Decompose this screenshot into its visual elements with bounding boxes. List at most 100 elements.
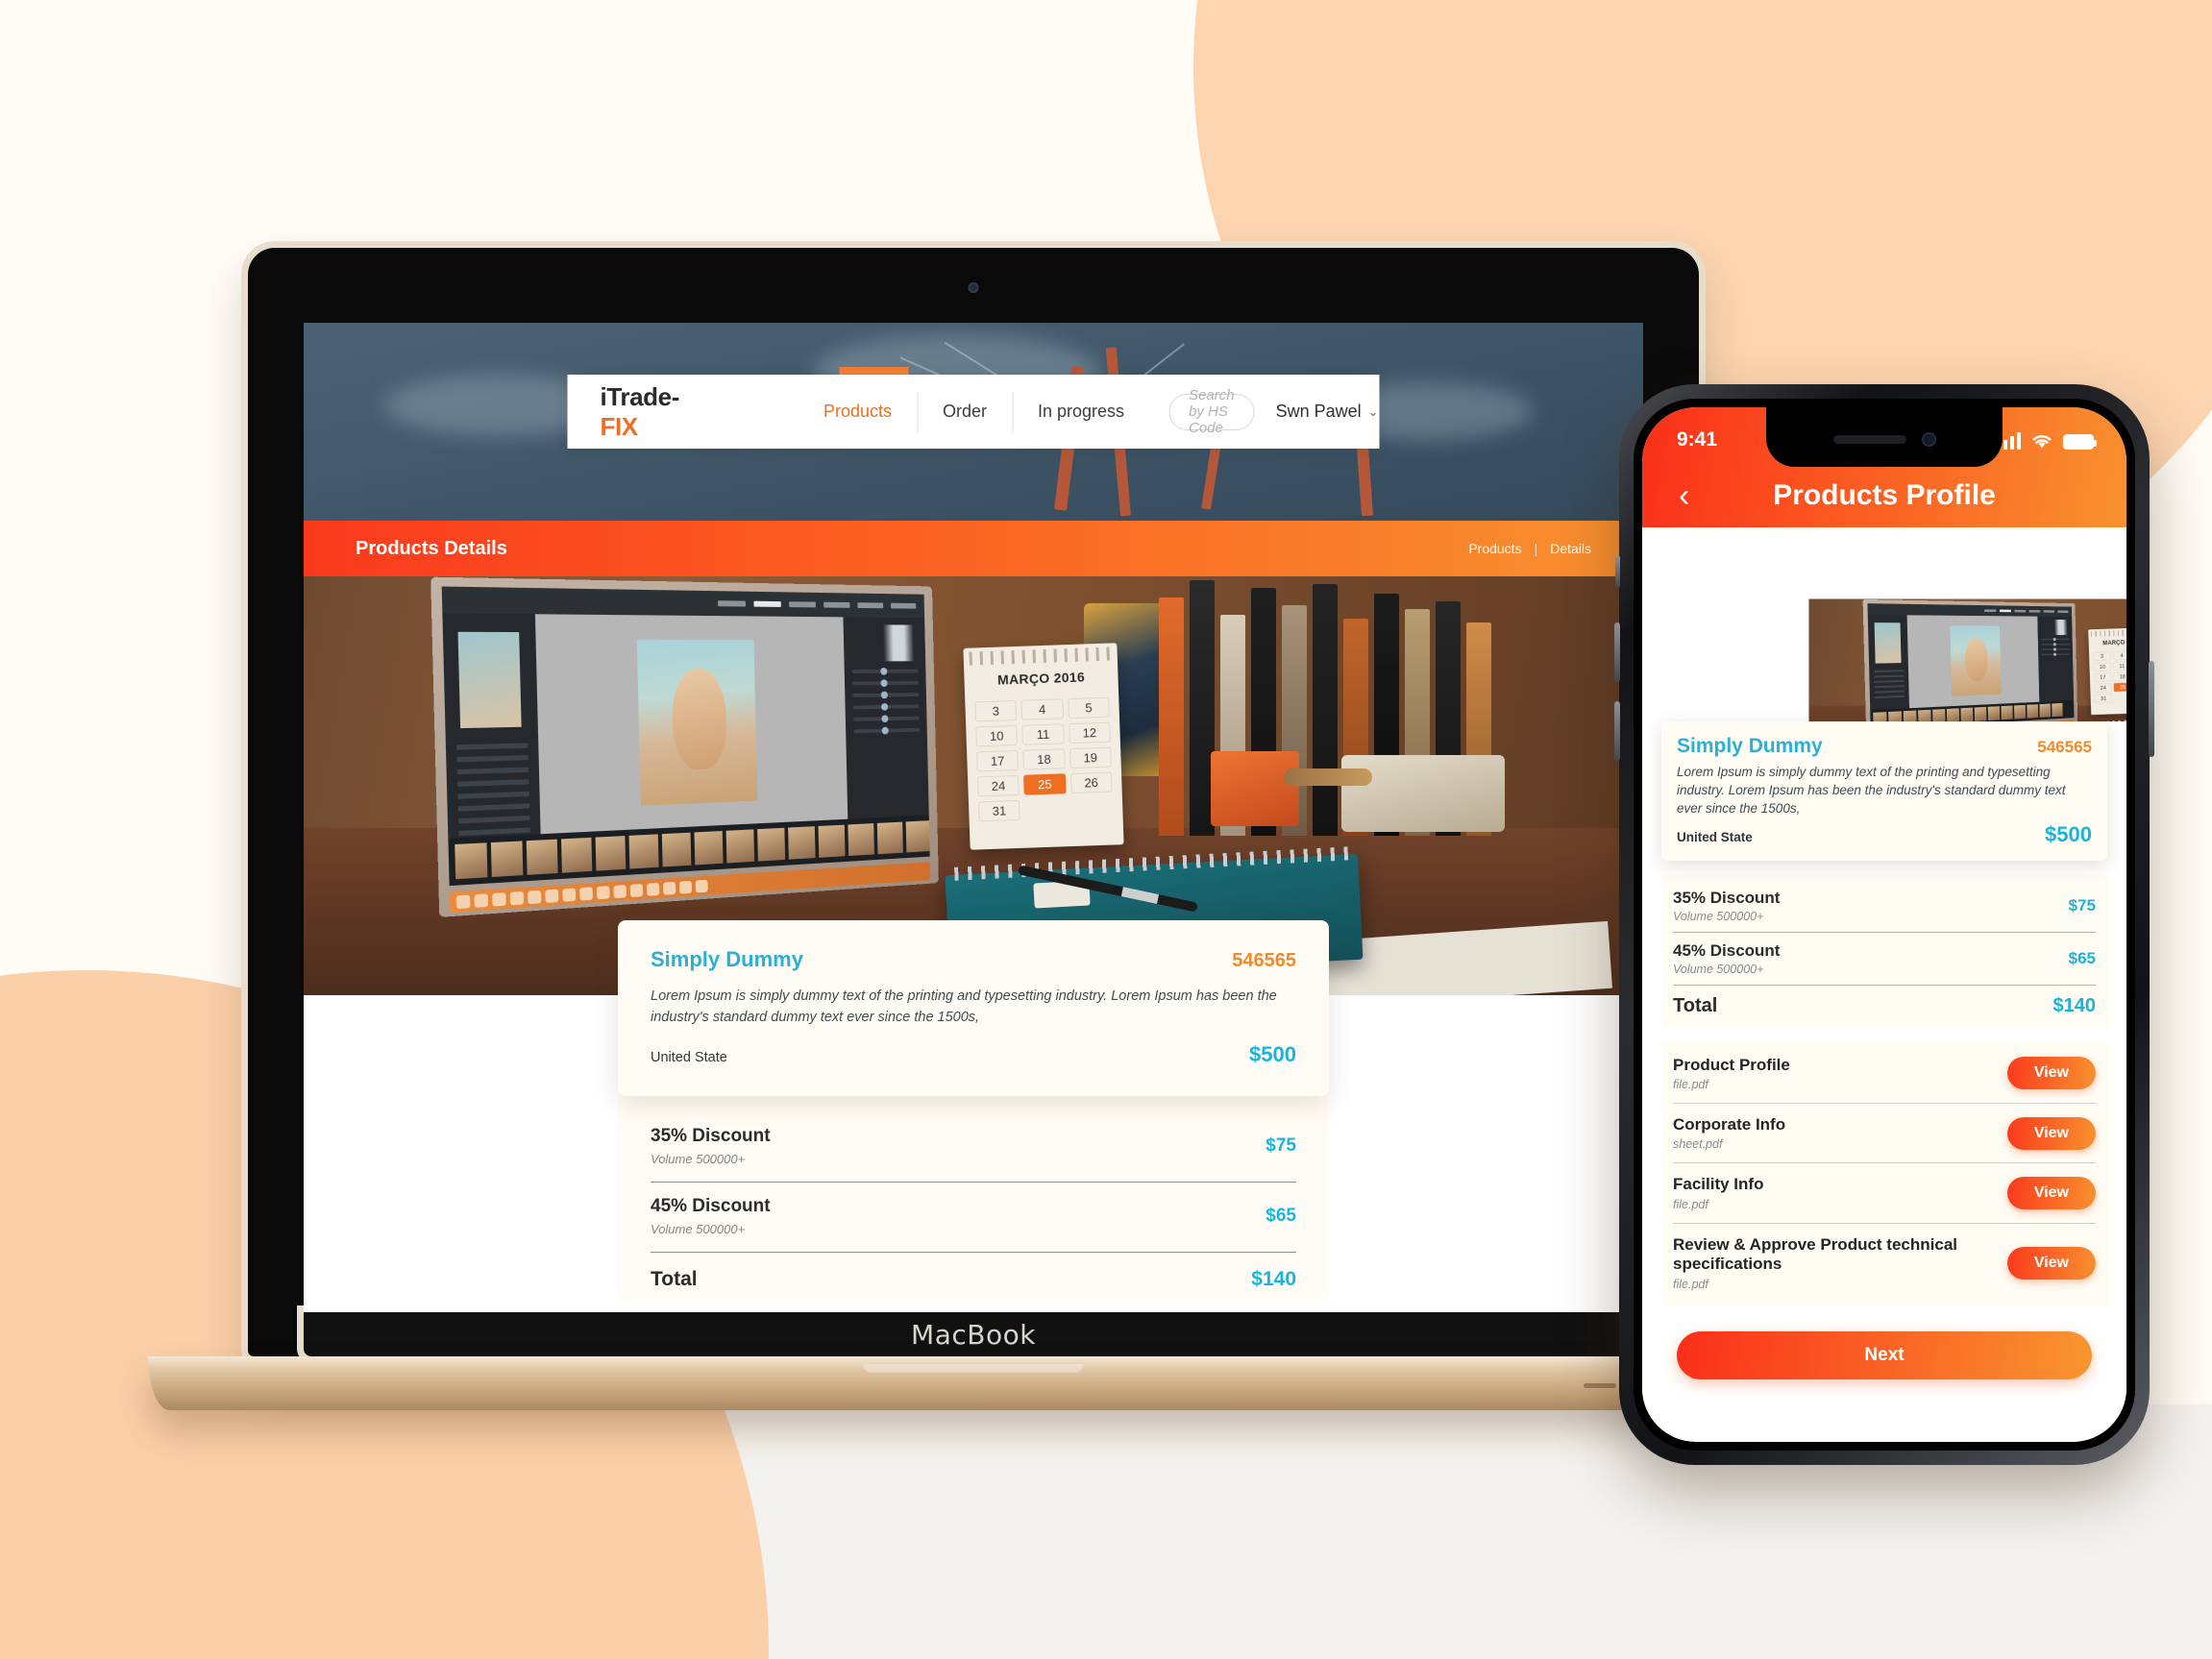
view-button[interactable]: View <box>2006 1177 2096 1210</box>
total-row: Total $140 <box>651 1253 1296 1301</box>
mobile-product-description: Lorem Ipsum is simply dummy text of the … <box>1677 765 2066 816</box>
calendar-day: 12 <box>1068 721 1111 744</box>
nav-link-order[interactable]: Order <box>918 402 1012 422</box>
discount-value: $75 <box>1266 1135 1296 1156</box>
search-input[interactable]: Search by HS Code <box>1168 387 1255 436</box>
calendar-day: 3 <box>2093 651 2111 661</box>
discount-value: $75 <box>2068 895 2096 915</box>
user-menu[interactable]: Swn Pawel ⌄ <box>1276 402 1379 422</box>
chevron-down-icon: ⌄ <box>1367 403 1379 419</box>
earpiece-speaker-icon <box>1832 434 1906 444</box>
calendar-day: 10 <box>2093 662 2112 671</box>
back-button[interactable]: ‹ <box>1679 479 1689 512</box>
site-content-area: Simply Dummy 546565 Lorem Ipsum is simpl… <box>304 920 1643 1312</box>
macbook-device: iTrade-FIX Products Order In progress Se… <box>148 248 1799 1410</box>
photo-laptop <box>430 576 939 917</box>
list-item: Corporate Info sheet.pdf View <box>1673 1104 2096 1164</box>
calendar-day: 31 <box>2094 694 2113 703</box>
iphone-device: 9:41 ‹ Products Profile MARÇO 3 4 10 11 … <box>1614 384 2154 1465</box>
macbook-camera-icon <box>968 282 979 293</box>
macbook-base <box>148 1356 1799 1410</box>
photo-toy-truck <box>1284 755 1505 832</box>
nav-link-in-progress[interactable]: In progress <box>1013 402 1149 422</box>
wifi-icon <box>2032 434 2052 448</box>
calendar-day: 18 <box>1022 748 1066 770</box>
photo-lightroom-window <box>441 586 930 887</box>
view-button[interactable]: View <box>2006 1116 2096 1150</box>
macbook-brand-label: MacBook <box>911 1318 1036 1351</box>
power-button[interactable] <box>2149 661 2154 757</box>
document-filename: file.pdf <box>1673 1277 1708 1291</box>
calendar-day: 24 <box>2094 683 2113 693</box>
discount-table: 35% Discount Volume 500000+ $75 45% Disc… <box>618 1087 1329 1301</box>
mobile-page-title: Products Profile <box>1773 479 1996 511</box>
document-filename: file.pdf <box>1673 1197 1708 1211</box>
document-name: Corporate Info <box>1673 1115 1786 1134</box>
table-row: 35% Discount Volume 500000+ $75 <box>1673 880 2096 933</box>
discount-volume: Volume 500000+ <box>1673 962 1764 976</box>
product-origin: United State <box>651 1049 727 1065</box>
calendar-day: 10 <box>975 724 1019 747</box>
total-value: $140 <box>2052 994 2097 1016</box>
list-item: Product Profile file.pdf View <box>1673 1044 2096 1105</box>
volume-up-button[interactable] <box>1614 622 1620 682</box>
total-value: $140 <box>1251 1268 1296 1290</box>
table-row: 45% Discount Volume 500000+ $65 <box>651 1183 1296 1253</box>
document-name: Facility Info <box>1673 1175 1764 1194</box>
active-tab-indicator <box>839 367 909 375</box>
site-logo[interactable]: iTrade-FIX <box>601 382 680 442</box>
mobile-calendar-title: MARÇO 2016 <box>2102 639 2126 647</box>
breadcrumb-item-products[interactable]: Products <box>1468 541 1521 556</box>
mute-switch[interactable] <box>1615 555 1620 588</box>
discount-volume: Volume 500000+ <box>651 1222 746 1236</box>
calendar-day-highlighted: 25 <box>1023 773 1067 795</box>
next-button[interactable]: Next <box>1677 1330 2092 1379</box>
discount-value: $65 <box>2068 948 2096 967</box>
product-title: Simply Dummy <box>651 947 803 971</box>
mobile-product-price: $500 <box>2045 821 2092 846</box>
table-row: 35% Discount Volume 500000+ $75 <box>651 1112 1296 1183</box>
nav-link-products[interactable]: Products <box>799 402 917 422</box>
iphone-notch <box>1766 407 2003 467</box>
breadcrumb-item-details[interactable]: Details <box>1550 541 1591 556</box>
calendar-day: 4 <box>2112 650 2126 661</box>
view-button[interactable]: View <box>2006 1246 2096 1280</box>
discount-name: 35% Discount <box>1673 888 1781 907</box>
product-summary-card: Simply Dummy 546565 Lorem Ipsum is simpl… <box>618 920 1329 1096</box>
calendar-day: 3 <box>974 699 1018 722</box>
document-filename: file.pdf <box>1673 1078 1708 1092</box>
calendar-title: MARÇO 2016 <box>996 669 1086 688</box>
view-button[interactable]: View <box>2006 1057 2096 1090</box>
discount-name: 45% Discount <box>1673 940 1781 960</box>
mobile-product-title: Simply Dummy <box>1677 735 1823 757</box>
mobile-discount-table: 35% Discount Volume 500000+ $75 45% Disc… <box>1661 873 2107 1029</box>
volume-down-button[interactable] <box>1614 701 1620 761</box>
macbook-port <box>1584 1383 1616 1388</box>
breadcrumb-divider: | <box>1534 541 1538 556</box>
calendar-day: 11 <box>1021 723 1065 745</box>
discount-value: $65 <box>1266 1206 1296 1226</box>
calendar-grid: 3 4 5 10 11 12 17 18 19 24 25 26 31 <box>974 696 1113 822</box>
document-name: Review & Approve Product technical speci… <box>1673 1234 1957 1274</box>
mobile-product-hs-code: 546565 <box>2037 738 2092 756</box>
mobile-content: Simply Dummy 546565 Lorem Ipsum is simpl… <box>1642 721 2126 1417</box>
mobile-total-row: Total $140 <box>1673 986 2096 1025</box>
calendar-day: 17 <box>2093 672 2112 682</box>
search-placeholder: Search by HS Code <box>1189 387 1235 436</box>
breadcrumb: Products | Details <box>1468 541 1591 556</box>
mobile-product-hero-image: MARÇO 2016 3 4 5 10 11 12 17 18 <box>1642 527 2126 746</box>
mobile-footer-actions: Next <box>1661 1306 2107 1379</box>
discount-name: 35% Discount <box>651 1126 771 1146</box>
nav-links: Products Order In progress <box>799 391 1149 432</box>
product-price: $500 <box>1249 1041 1296 1066</box>
calendar-day: 18 <box>2113 671 2126 682</box>
calendar-day: 5 <box>1067 696 1110 720</box>
page-title-bar: Products Details Products | Details <box>304 521 1643 576</box>
front-camera-icon <box>1921 431 1936 447</box>
mobile-documents-list: Product Profile file.pdf View Corporate … <box>1661 1039 2107 1306</box>
calendar-day: 17 <box>976 749 1020 772</box>
list-item: Facility Info file.pdf View <box>1673 1163 2096 1224</box>
calendar-day: 4 <box>1020 698 1064 720</box>
calendar-day: 19 <box>1069 746 1112 769</box>
iphone-screen: 9:41 ‹ Products Profile MARÇO 3 4 10 11 … <box>1642 407 2126 1442</box>
